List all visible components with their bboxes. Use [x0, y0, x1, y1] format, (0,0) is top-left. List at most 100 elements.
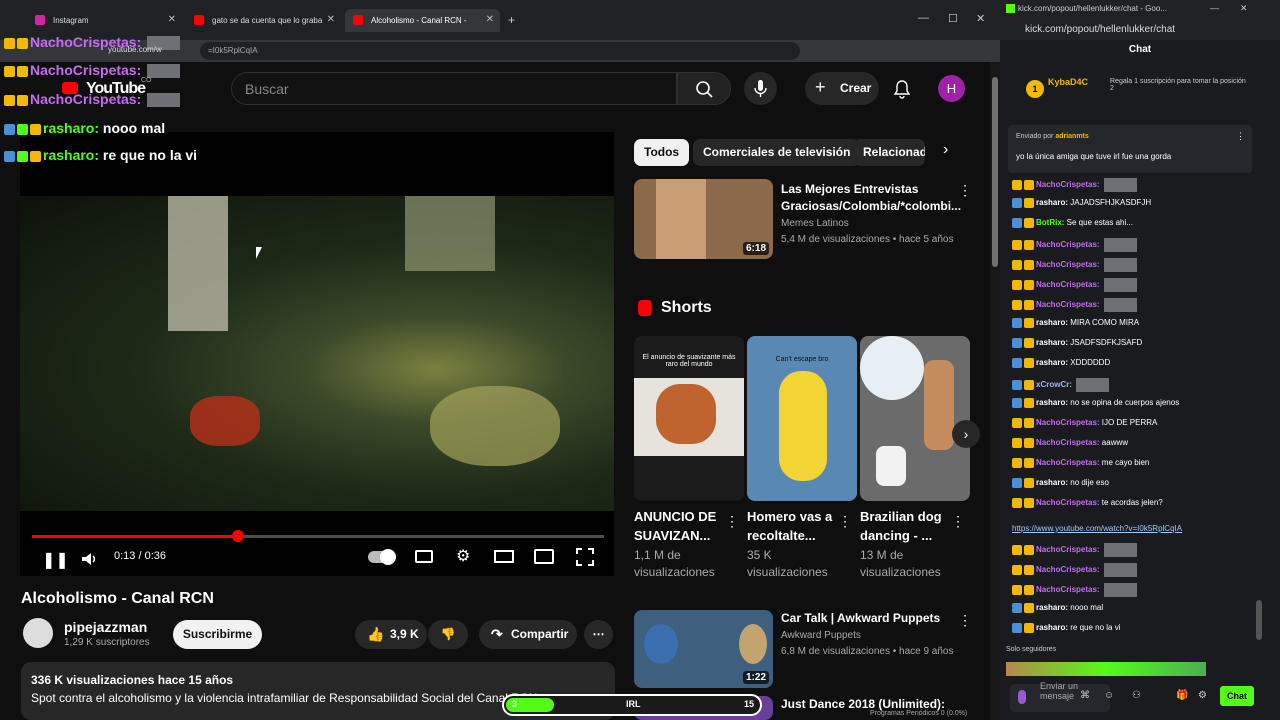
- gift-icon[interactable]: 🎁: [1176, 690, 1188, 701]
- video-progress-bar[interactable]: [32, 535, 604, 538]
- chip-todos[interactable]: Todos: [634, 139, 690, 166]
- like-button[interactable]: 👍 3,9 K: [355, 620, 427, 649]
- chat-username[interactable]: NachoCrispetas:: [1036, 565, 1100, 574]
- chat-username[interactable]: rasharo:: [1036, 478, 1068, 487]
- dislike-button[interactable]: 👎: [428, 620, 468, 649]
- settings-icon[interactable]: ⚙: [1198, 690, 1207, 701]
- search-input[interactable]: Buscar: [231, 72, 677, 105]
- emoji-icon[interactable]: ☺: [1104, 690, 1114, 701]
- chat-username[interactable]: rasharo:: [1036, 603, 1068, 612]
- search-button[interactable]: [677, 72, 731, 105]
- chat-username[interactable]: NachoCrispetas:: [1036, 498, 1100, 507]
- emote-bar[interactable]: [1006, 662, 1206, 676]
- maximize-icon[interactable]: ☐: [948, 12, 958, 25]
- short-menu-icon[interactable]: ⋮: [838, 513, 852, 530]
- pinned-message[interactable]: Enviado por adrianmts yo la única amiga …: [1008, 125, 1252, 173]
- users-icon[interactable]: ⚇: [1132, 690, 1141, 701]
- chat-username[interactable]: NachoCrispetas:: [1036, 418, 1100, 427]
- close-icon[interactable]: ✕: [327, 14, 335, 25]
- autoplay-toggle[interactable]: [368, 549, 396, 565]
- rec-menu-icon[interactable]: ⋮: [958, 612, 972, 629]
- rec-channel-2[interactable]: Awkward Puppets: [781, 628, 861, 644]
- chat-username[interactable]: xCrowCr:: [1036, 380, 1072, 389]
- channel-avatar[interactable]: [23, 618, 53, 648]
- notifications-button[interactable]: [892, 79, 912, 104]
- kick-close-icon[interactable]: ✕: [1240, 3, 1248, 14]
- url-field[interactable]: =I0k5RplCqIA: [200, 42, 800, 60]
- theater-mode-icon[interactable]: [494, 550, 514, 563]
- command-icon[interactable]: ⌘: [1080, 690, 1090, 701]
- chat-username[interactable]: rasharo:: [1036, 318, 1068, 327]
- settings-icon[interactable]: ⚙: [456, 546, 470, 566]
- volume-button[interactable]: [80, 550, 98, 571]
- minimize-icon[interactable]: —: [918, 12, 929, 24]
- rec-title-1[interactable]: Las Mejores Entrevistas Graciosas/Colomb…: [781, 181, 961, 215]
- tab-instagram[interactable]: Instagram ✕: [27, 9, 182, 32]
- short-title-2[interactable]: Homero vas a recoltalte...: [747, 507, 837, 545]
- chat-username[interactable]: NachoCrispetas:: [1036, 438, 1100, 447]
- shorts-next-button[interactable]: ›: [952, 420, 980, 448]
- create-button[interactable]: + Crear: [805, 72, 879, 105]
- chat-username[interactable]: rasharo:: [1036, 338, 1068, 347]
- account-avatar[interactable]: H: [938, 75, 965, 102]
- short-title-3[interactable]: Brazilian dog dancing - ...: [860, 507, 950, 545]
- video-player[interactable]: ❚❚ 0:13 / 0:36 ⚙: [20, 132, 614, 576]
- short-thumbnail-3[interactable]: [860, 336, 970, 501]
- youtube-logo-icon[interactable]: [62, 82, 78, 94]
- rec-channel-1[interactable]: Memes Latinos: [781, 216, 849, 232]
- pin-menu-icon[interactable]: ⋮: [1236, 131, 1245, 142]
- close-window-icon[interactable]: ✕: [976, 12, 985, 25]
- chat-username[interactable]: NachoCrispetas:: [1036, 585, 1100, 594]
- chat-username[interactable]: rasharo:: [1036, 398, 1068, 407]
- subtitles-icon[interactable]: [415, 550, 433, 563]
- page-scrollbar-thumb[interactable]: [992, 77, 998, 267]
- page-scrollbar-track[interactable]: [990, 62, 1000, 720]
- short-thumbnail-1[interactable]: El anuncio de suavizante más raro del mu…: [634, 336, 744, 501]
- cast-icon[interactable]: [534, 549, 554, 564]
- chip-comerciales[interactable]: Comerciales de televisión: [693, 139, 861, 166]
- youtube-country-code: CO: [141, 77, 152, 84]
- chat-link[interactable]: https://www.youtube.com/watch?v=I0k5RplC…: [1012, 524, 1182, 533]
- rec-thumbnail-2[interactable]: 1:22: [634, 610, 773, 688]
- chat-username[interactable]: rasharo:: [1036, 358, 1068, 367]
- tab-alcoholismo[interactable]: Alcoholismo - Canal RCN - ✕: [345, 9, 500, 32]
- rec-thumbnail-1[interactable]: 6:18: [634, 179, 773, 259]
- rec-menu-icon[interactable]: ⋮: [958, 182, 972, 199]
- chips-next-icon[interactable]: ›: [943, 141, 948, 159]
- short-menu-icon[interactable]: ⋮: [951, 513, 965, 530]
- youtube-logo[interactable]: YouTube: [86, 80, 146, 98]
- close-icon[interactable]: ✕: [168, 14, 176, 25]
- fullscreen-icon[interactable]: [576, 548, 594, 566]
- short-menu-icon[interactable]: ⋮: [725, 513, 739, 530]
- kick-scrollbar[interactable]: [1256, 600, 1262, 640]
- channel-name[interactable]: pipejazzman: [64, 619, 147, 635]
- chat-username[interactable]: BotRix:: [1036, 218, 1064, 227]
- short-title-1[interactable]: ANUNCIO DE SUAVIZAN...: [634, 507, 724, 545]
- chat-username[interactable]: rasharo:: [1036, 623, 1068, 632]
- share-button[interactable]: ↷ Compartir: [479, 620, 577, 649]
- close-icon[interactable]: ✕: [486, 14, 494, 25]
- new-tab-icon[interactable]: +: [508, 13, 515, 27]
- video-progress-knob[interactable]: [232, 530, 245, 542]
- message-input[interactable]: Enviar un mensaje: [1010, 681, 1110, 712]
- rec-title-2[interactable]: Car Talk | Awkward Puppets: [781, 610, 953, 627]
- chip-relacionados[interactable]: Relacionad: [853, 139, 925, 166]
- short-thumbnail-2[interactable]: Can't escape bro: [747, 336, 857, 501]
- send-chat-button[interactable]: Chat: [1220, 686, 1254, 706]
- chat-username[interactable]: NachoCrispetas:: [1036, 240, 1100, 249]
- chat-username[interactable]: NachoCrispetas:: [1036, 280, 1100, 289]
- gifter-name[interactable]: KybaD4C: [1048, 77, 1088, 87]
- voice-search-button[interactable]: [744, 72, 777, 105]
- subscribe-button[interactable]: Suscribirme: [173, 620, 262, 649]
- chat-username[interactable]: NachoCrispetas:: [1036, 260, 1100, 269]
- chat-username[interactable]: NachoCrispetas:: [1036, 545, 1100, 554]
- kick-minimize-icon[interactable]: —: [1210, 3, 1219, 13]
- chat-username[interactable]: NachoCrispetas:: [1036, 458, 1100, 467]
- chat-username[interactable]: NachoCrispetas:: [1036, 180, 1100, 189]
- pause-button[interactable]: ❚❚: [42, 550, 69, 570]
- more-actions-button[interactable]: ⋯: [584, 620, 613, 649]
- tab-gato[interactable]: gato se da cuenta que lo graba ✕: [186, 9, 341, 32]
- chat-username[interactable]: rasharo:: [1036, 198, 1068, 207]
- kick-address[interactable]: kick.com/popout/hellenlukker/chat: [1025, 24, 1175, 35]
- chat-username[interactable]: NachoCrispetas:: [1036, 300, 1100, 309]
